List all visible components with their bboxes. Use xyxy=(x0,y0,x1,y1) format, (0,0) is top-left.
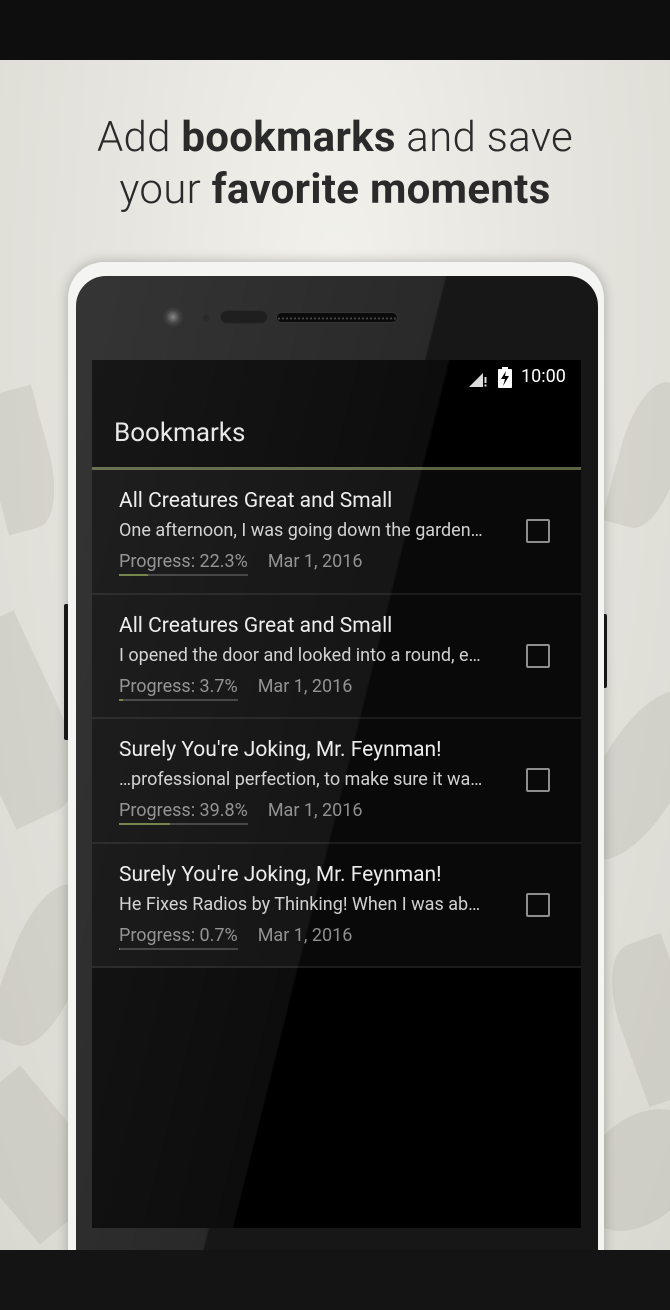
bookmark-meta: Progress: 3.7% Mar 1, 2016 xyxy=(119,675,352,701)
proximity-sensor xyxy=(203,315,209,321)
progress-indicator: Progress: 22.3% xyxy=(119,550,248,576)
bookmark-row[interactable]: Surely You're Joking, Mr. Feynman! …prof… xyxy=(92,719,581,844)
bookmark-snippet: …professional perfection, to make sure i… xyxy=(119,769,483,790)
bookmark-snippet: One afternoon, I was going down the gard… xyxy=(119,520,483,541)
progress-track xyxy=(119,947,238,950)
progress-indicator: Progress: 3.7% xyxy=(119,675,238,701)
bookmark-date: Mar 1, 2016 xyxy=(257,924,353,946)
app-bar: Bookmarks xyxy=(92,396,581,468)
bookmark-date: Mar 1, 2016 xyxy=(257,675,353,697)
progress-label: Progress: 39.8% xyxy=(119,800,248,821)
progress-fill xyxy=(119,947,120,950)
bookmark-row[interactable]: All Creatures Great and Small One aftern… xyxy=(92,470,581,595)
headline-bold: bookmarks xyxy=(181,113,396,162)
front-camera-icon xyxy=(163,307,183,327)
progress-indicator: Progress: 39.8% xyxy=(119,799,248,825)
bookmark-list: All Creatures Great and Small One aftern… xyxy=(92,470,581,968)
signal-icon xyxy=(469,373,487,387)
bookmark-title: All Creatures Great and Small xyxy=(119,613,393,638)
bookmark-date: Mar 1, 2016 xyxy=(267,800,363,821)
progress-track xyxy=(119,698,238,701)
progress-indicator: Progress: 0.7% xyxy=(119,924,238,950)
headline-line-1: Add bookmarks and save xyxy=(0,112,670,164)
progress-track xyxy=(119,574,248,576)
headline-bold: favorite moments xyxy=(211,165,551,214)
app-screen: 10:00 Bookmarks All Creatures Great and … xyxy=(92,360,581,1228)
bookmark-meta: Progress: 22.3% Mar 1, 2016 xyxy=(119,550,362,576)
headline-text: your xyxy=(119,165,212,214)
progress-label: Progress: 22.3% xyxy=(119,551,248,572)
promo-headline: Add bookmarks and save your favorite mom… xyxy=(0,112,670,216)
earpiece-speaker xyxy=(276,312,398,323)
bookmark-title: Surely You're Joking, Mr. Feynman! xyxy=(119,738,442,762)
bookmark-row[interactable]: Surely You're Joking, Mr. Feynman! He Fi… xyxy=(92,844,581,968)
progress-fill xyxy=(119,698,124,701)
bookmark-meta: Progress: 0.7% Mar 1, 2016 xyxy=(119,924,352,950)
bookmark-snippet: I opened the door and looked into a roun… xyxy=(119,644,481,666)
status-clock: 10:00 xyxy=(521,366,566,387)
bottom-band xyxy=(0,1250,670,1310)
bookmark-select-checkbox[interactable] xyxy=(526,519,550,543)
bookmark-select-checkbox[interactable] xyxy=(526,768,550,792)
phone-sensor-pill xyxy=(220,310,268,324)
status-bar: 10:00 xyxy=(92,360,581,396)
progress-track xyxy=(119,823,248,825)
bookmark-title: Surely You're Joking, Mr. Feynman! xyxy=(119,862,442,887)
headline-text: and save xyxy=(395,113,574,162)
top-band xyxy=(0,0,670,60)
headline-text: Add xyxy=(96,113,182,162)
bookmark-meta: Progress: 39.8% Mar 1, 2016 xyxy=(119,799,362,825)
bookmark-row[interactable]: All Creatures Great and Small I opened t… xyxy=(92,595,581,719)
progress-fill xyxy=(119,823,171,825)
bookmark-title: All Creatures Great and Small xyxy=(119,489,393,513)
bookmark-select-checkbox[interactable] xyxy=(526,892,550,917)
battery-charging-icon xyxy=(498,367,512,388)
progress-fill xyxy=(119,574,148,576)
bookmark-snippet: He Fixes Radios by Thinking! When I was … xyxy=(119,893,481,915)
progress-label: Progress: 3.7% xyxy=(119,675,238,697)
bookmark-select-checkbox[interactable] xyxy=(526,643,550,668)
headline-line-2: your favorite moments xyxy=(0,164,670,216)
progress-label: Progress: 0.7% xyxy=(119,924,238,946)
bookmark-date: Mar 1, 2016 xyxy=(267,551,363,572)
page-title: Bookmarks xyxy=(114,418,246,448)
